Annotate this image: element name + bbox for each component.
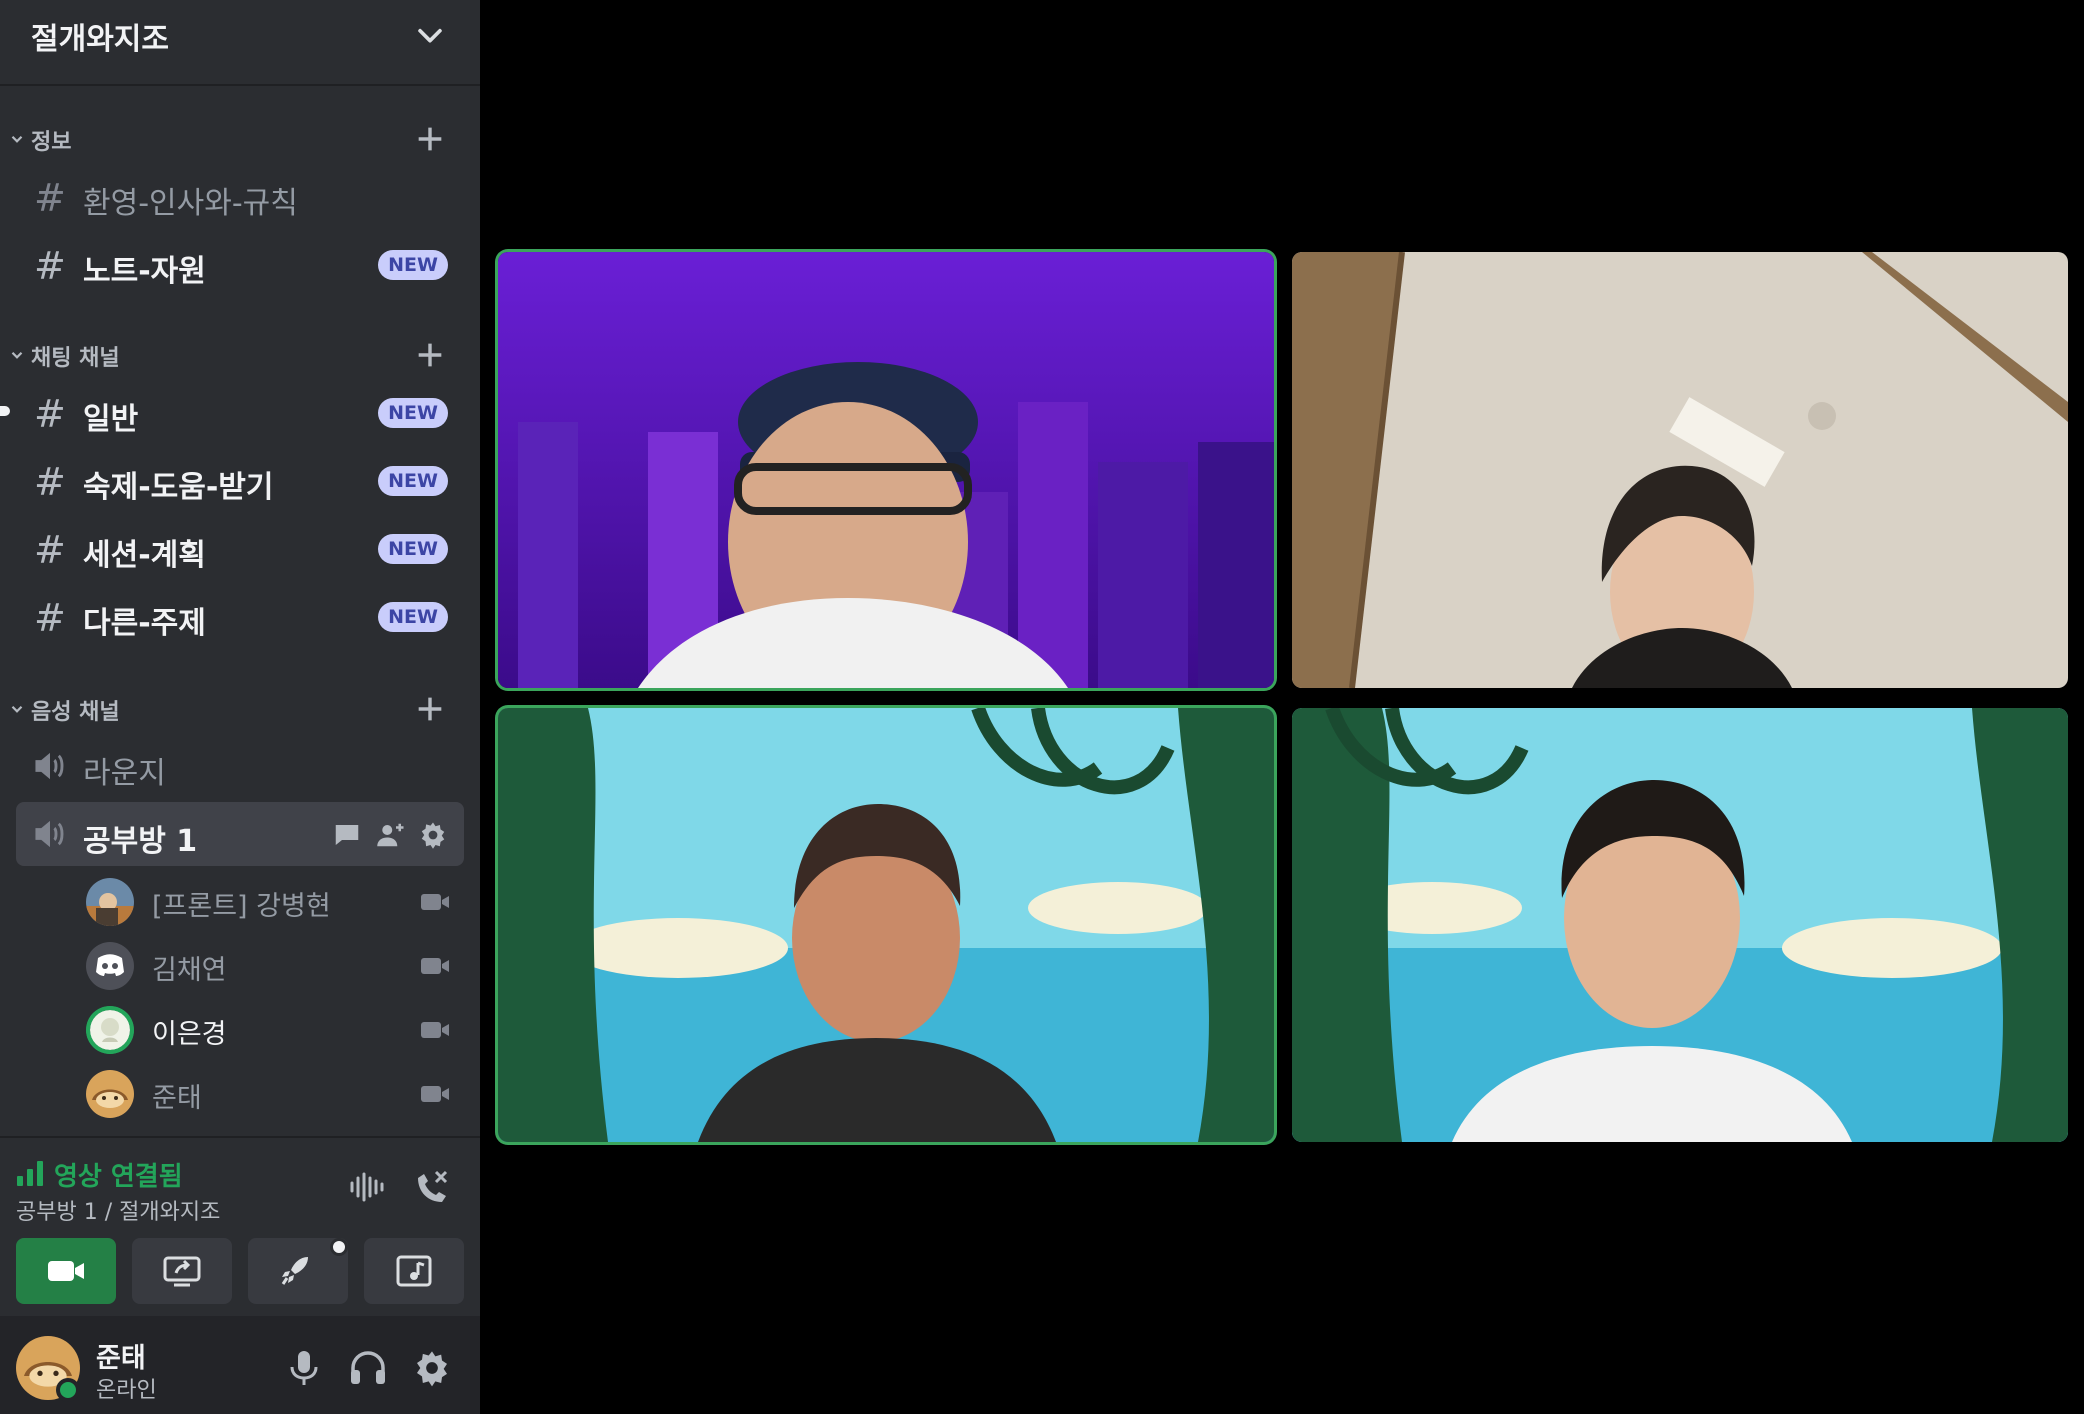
video-tile-3[interactable] (498, 708, 1274, 1142)
participant-video (498, 252, 1274, 688)
online-status-dot (56, 1378, 80, 1402)
hash-icon: # (34, 244, 66, 288)
channel-other-topics[interactable]: # 다른-주제 NEW (16, 586, 464, 646)
chevron-down-icon (11, 135, 23, 143)
member-name: 김채연 (152, 955, 227, 986)
voice-channel-label: 공부방 1 (83, 824, 198, 859)
gear-icon[interactable] (412, 1348, 452, 1388)
chevron-down-icon (11, 705, 23, 713)
avatar (86, 1006, 134, 1054)
member-name: 준태 (152, 1083, 202, 1114)
plus-icon[interactable] (413, 338, 447, 372)
hash-icon: # (34, 392, 66, 436)
channel-welcome-rules[interactable]: # 환영-인사와-규칙 (16, 166, 464, 226)
noise-suppression-icon[interactable] (346, 1166, 388, 1208)
signal-icon[interactable] (16, 1160, 46, 1186)
user-name[interactable]: 준태 (96, 1336, 146, 1375)
plus-icon[interactable] (413, 122, 447, 156)
new-badge: NEW (378, 466, 448, 496)
new-badge: NEW (378, 602, 448, 632)
category-info[interactable]: 정보 (0, 120, 480, 160)
avatar (86, 878, 134, 926)
voice-member[interactable]: 준태 (16, 1062, 464, 1124)
camera-icon (421, 958, 449, 974)
activity-rocket-icon (281, 1257, 308, 1285)
speaker-icon (35, 752, 64, 780)
avatar (86, 1070, 134, 1118)
chat-icon[interactable] (332, 820, 362, 850)
voice-connection-panel: 영상 연결됨 공부방 1 / 절개와지조 (0, 1136, 480, 1316)
microphone-icon[interactable] (284, 1348, 324, 1388)
hash-icon: # (34, 596, 66, 640)
category-chat-channels[interactable]: 채팅 채널 (0, 336, 480, 376)
channel-homework-help[interactable]: # 숙제-도움-받기 NEW (16, 450, 464, 510)
video-tile-2[interactable] (1292, 252, 2068, 688)
channel-general[interactable]: # 일반 NEW (0, 382, 464, 442)
new-badge: NEW (378, 398, 448, 428)
notification-dot (330, 1238, 348, 1256)
voice-member[interactable]: [프론트] 강병현 (16, 870, 464, 932)
user-panel: 준태 온라인 (0, 1316, 480, 1414)
channel-label: 노트-자원 (83, 254, 206, 289)
hash-icon: # (34, 460, 66, 504)
camera-icon (421, 1022, 449, 1038)
screen-share-icon (163, 1256, 201, 1287)
voice-status-text[interactable]: 영상 연결됨 (54, 1156, 183, 1193)
channel-label: 세션-계획 (83, 538, 206, 573)
voice-member[interactable]: 김채연 (16, 934, 464, 996)
participant-video (1292, 708, 2068, 1142)
screen-share-button[interactable] (132, 1238, 232, 1304)
disconnect-icon[interactable] (410, 1166, 452, 1208)
add-member-icon[interactable] (376, 820, 406, 850)
video-tile-4[interactable] (1292, 708, 2068, 1142)
gear-icon[interactable] (418, 820, 448, 850)
participant-video (498, 708, 1274, 1142)
category-label: 정보 (31, 130, 72, 155)
channel-label: 다른-주제 (83, 606, 206, 641)
voice-channel-label: 라운지 (83, 756, 166, 791)
speaker-icon (35, 820, 64, 848)
activities-button[interactable] (248, 1238, 348, 1304)
hash-icon: # (34, 528, 66, 572)
video-tile-1[interactable] (498, 252, 1274, 688)
channel-notes-resources[interactable]: # 노트-자원 NEW (16, 234, 464, 294)
member-name: [프론트] 강병현 (152, 891, 331, 922)
camera-icon (48, 1261, 84, 1281)
soundboard-button[interactable] (364, 1238, 464, 1304)
new-badge: NEW (378, 534, 448, 564)
unread-indicator (0, 406, 10, 416)
category-voice-channels[interactable]: 음성 채널 (0, 690, 480, 730)
category-label: 음성 채널 (31, 700, 120, 725)
voice-location-text[interactable]: 공부방 1 / 절개와지조 (16, 1194, 220, 1226)
channel-label: 환영-인사와-규칙 (83, 186, 298, 221)
voice-channel-study-room-1[interactable]: 공부방 1 (16, 802, 464, 866)
channel-label: 숙제-도움-받기 (83, 470, 274, 505)
chevron-down-icon[interactable] (413, 18, 447, 52)
channel-label: 일반 (83, 402, 139, 437)
soundboard-icon (396, 1255, 432, 1287)
video-grid (480, 0, 2084, 1414)
server-header[interactable]: 절개와지조 (0, 0, 480, 86)
voice-member[interactable]: 이은경 (16, 998, 464, 1060)
channel-session-planning[interactable]: # 세션-계획 NEW (16, 518, 464, 578)
member-name: 이은경 (152, 1019, 227, 1050)
new-badge: NEW (378, 250, 448, 280)
plus-icon[interactable] (413, 692, 447, 726)
headphones-icon[interactable] (348, 1348, 388, 1388)
camera-icon (421, 1086, 449, 1102)
user-status-text: 온라인 (96, 1378, 157, 1403)
participant-video (1292, 252, 2068, 688)
avatar (86, 942, 134, 990)
server-name: 절개와지조 (31, 22, 169, 57)
voice-channel-lounge[interactable]: 라운지 (16, 734, 464, 798)
camera-toggle-button[interactable] (16, 1238, 116, 1304)
chevron-down-icon (11, 351, 23, 359)
camera-icon (421, 894, 449, 910)
hash-icon: # (34, 176, 66, 220)
category-label: 채팅 채널 (31, 346, 120, 371)
channel-sidebar: 절개와지조 정보 # 환영-인사와-규칙 # 노트-자원 NEW 채팅 채널 #… (0, 0, 480, 1414)
